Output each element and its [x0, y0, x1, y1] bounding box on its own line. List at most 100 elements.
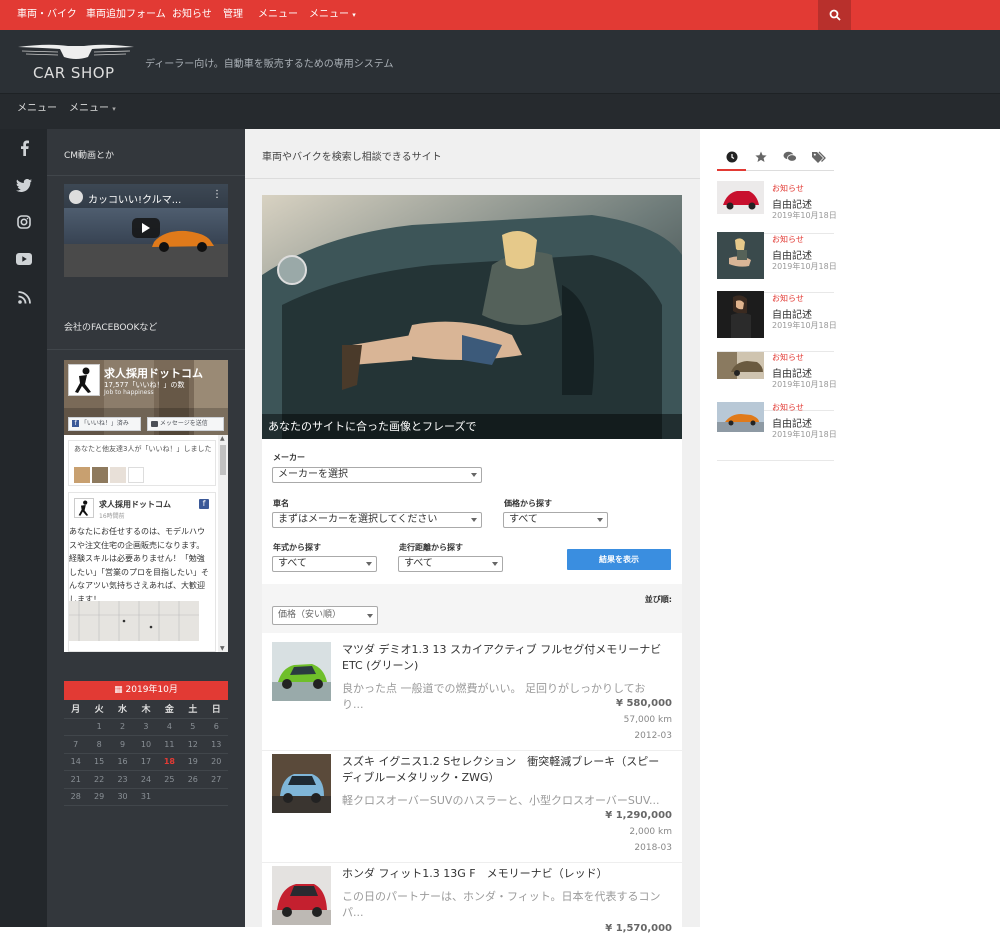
- post-thumbnail[interactable]: [717, 232, 764, 279]
- send-message-button[interactable]: メッセージを送信: [147, 417, 224, 431]
- mileage-select-value: すべて: [404, 558, 433, 569]
- post-thumbnail[interactable]: [717, 291, 764, 338]
- secondary-navigation: メニュー メニュー ▾: [0, 93, 1000, 129]
- calendar-day: 23: [110, 770, 135, 789]
- right-sidebar: お知らせ 自由記述 2019年10月18日 お知らせ 自由記述 2019年10月…: [700, 129, 1000, 927]
- calendar-day: 1: [87, 718, 111, 736]
- nav-cars-bikes[interactable]: 車両・バイク: [17, 0, 77, 30]
- listing-thumbnail[interactable]: [272, 754, 331, 813]
- post-photo: [717, 181, 764, 214]
- subnav-menu-2-label: メニュー: [69, 103, 109, 114]
- youtube-icon[interactable]: [14, 249, 34, 269]
- rss-icon[interactable]: [14, 287, 34, 307]
- show-results-button[interactable]: 結果を表示: [567, 549, 671, 570]
- scrollbar-thumb[interactable]: [220, 445, 226, 475]
- chevron-down-icon: [597, 518, 603, 522]
- post-category[interactable]: お知らせ: [772, 402, 804, 413]
- tab-popular[interactable]: [746, 147, 775, 171]
- mileage-select[interactable]: すべて: [398, 556, 503, 572]
- calendar-day: 17: [134, 753, 158, 771]
- post-title[interactable]: 自由記述: [772, 196, 812, 211]
- post-image[interactable]: [69, 601, 199, 641]
- calendar-table: 月火水木金土日 1 2 3 4 5 6 7 8 9 10 11 12 13 14 15 16 17 18 19 20 2…: [64, 700, 228, 806]
- listing-title[interactable]: ホンダ フィット1.3 13G F メモリーナビ（レッド）: [342, 866, 662, 882]
- listing-thumbnail[interactable]: [272, 642, 331, 701]
- calendar-day: 21: [64, 770, 88, 789]
- calendar-day: 5: [181, 718, 205, 736]
- friend-avatar[interactable]: [110, 467, 126, 483]
- year-select[interactable]: すべて: [272, 556, 377, 572]
- twitter-icon[interactable]: [14, 175, 34, 195]
- calendar-day: 3: [134, 718, 158, 736]
- search-button[interactable]: [818, 0, 851, 30]
- nav-admin[interactable]: 管理: [223, 0, 243, 30]
- post-title[interactable]: 自由記述: [772, 365, 812, 380]
- post-author-name[interactable]: 求人採用ドットコム: [99, 499, 171, 510]
- more-options-icon[interactable]: ⋮: [212, 189, 222, 200]
- sort-select[interactable]: 価格（安い順）: [272, 606, 378, 625]
- sort-bar: 並び順: 価格（安い順）: [262, 584, 682, 633]
- facebook-icon[interactable]: f: [199, 499, 209, 509]
- calendar-day: 29: [87, 788, 111, 806]
- subnav-menu-2[interactable]: メニュー ▾: [69, 94, 116, 124]
- listing-title[interactable]: スズキ イグニス1.2 Sセレクション 衝突軽減ブレーキ（スピーディブルーメタリ…: [342, 754, 662, 785]
- year-label: 年式から探す: [273, 543, 321, 552]
- subnav-menu-1[interactable]: メニュー: [17, 94, 57, 124]
- calendar-day: 13: [204, 735, 228, 754]
- sort-label: 並び順:: [644, 595, 672, 604]
- post-title[interactable]: 自由記述: [772, 415, 812, 430]
- nav-menu-1[interactable]: メニュー: [258, 0, 298, 30]
- model-select[interactable]: まずはメーカーを選択してください: [272, 512, 482, 528]
- video-title[interactable]: カッコいい!クルマ...: [88, 191, 181, 206]
- nav-add-vehicle-form[interactable]: 車両追加フォーム: [86, 0, 166, 30]
- nav-menu-2[interactable]: メニュー ▾: [309, 0, 356, 30]
- scrollbar[interactable]: ▲ ▼: [218, 435, 228, 652]
- instagram-icon[interactable]: [14, 212, 34, 232]
- calendar-day[interactable]: 18: [157, 753, 182, 771]
- post-thumbnail[interactable]: [717, 402, 764, 432]
- post-title[interactable]: 自由記述: [772, 306, 812, 321]
- facebook-friends-box: あなたと他友達3人が「いいね！」しました: [68, 440, 216, 486]
- post-thumbnail[interactable]: [717, 352, 764, 379]
- nav-news[interactable]: お知らせ: [172, 0, 212, 30]
- calendar-day: 20: [204, 753, 228, 771]
- calendar-week: 28 29 30 31: [64, 788, 228, 806]
- chevron-down-icon: ▾: [112, 105, 116, 113]
- facebook-page-plugin[interactable]: 求人採用ドットコム 17,577「いいね！」の数 Job to happines…: [64, 360, 228, 652]
- friend-avatar[interactable]: [92, 467, 108, 483]
- listing-price: ¥ 1,570,000: [605, 923, 672, 934]
- facebook-f-icon: f: [72, 420, 79, 427]
- post-category[interactable]: お知らせ: [772, 352, 804, 363]
- calendar-day: 6: [204, 718, 228, 736]
- star-icon: [754, 151, 767, 162]
- scroll-down-icon[interactable]: ▼: [220, 645, 225, 652]
- listing-title[interactable]: マツダ デミオ1.3 13 スカイアクティブ フルセグ付メモリーナビ ETC (…: [342, 642, 662, 673]
- friend-avatar[interactable]: [128, 467, 144, 483]
- listing-description: 軽クロスオーバーSUVのハスラーと、小型クロスオーバーSUV...: [342, 794, 660, 807]
- calendar-day: [204, 788, 228, 806]
- post-photo: [717, 402, 764, 432]
- site-logo[interactable]: CAR SHOP: [18, 40, 134, 84]
- tab-tags[interactable]: [804, 147, 833, 171]
- tab-recent[interactable]: [717, 147, 746, 171]
- post-thumbnail[interactable]: [717, 181, 764, 214]
- friend-avatar[interactable]: [74, 467, 90, 483]
- tab-comments[interactable]: [775, 147, 804, 171]
- post-category[interactable]: お知らせ: [772, 183, 804, 194]
- post-title[interactable]: 自由記述: [772, 247, 812, 262]
- video-embed[interactable]: カッコいい!クルマ... ⋮: [64, 184, 228, 277]
- scroll-up-icon[interactable]: ▲: [220, 435, 225, 442]
- listing-thumbnail[interactable]: [272, 866, 331, 925]
- post-category[interactable]: お知らせ: [772, 234, 804, 245]
- like-button[interactable]: f 「いいね！」済み: [68, 417, 141, 431]
- calendar-icon: ▦: [114, 685, 123, 695]
- facebook-icon[interactable]: [14, 138, 34, 158]
- post-category[interactable]: お知らせ: [772, 293, 804, 304]
- calendar-day: [64, 718, 88, 736]
- maker-select[interactable]: メーカーを選択: [272, 467, 482, 483]
- facebook-avatar[interactable]: [68, 364, 100, 396]
- calendar-day: 14: [64, 753, 88, 771]
- facebook-page-name[interactable]: 求人採用ドットコム: [104, 365, 203, 381]
- price-select[interactable]: すべて: [503, 512, 608, 528]
- post-author-avatar[interactable]: [74, 498, 94, 518]
